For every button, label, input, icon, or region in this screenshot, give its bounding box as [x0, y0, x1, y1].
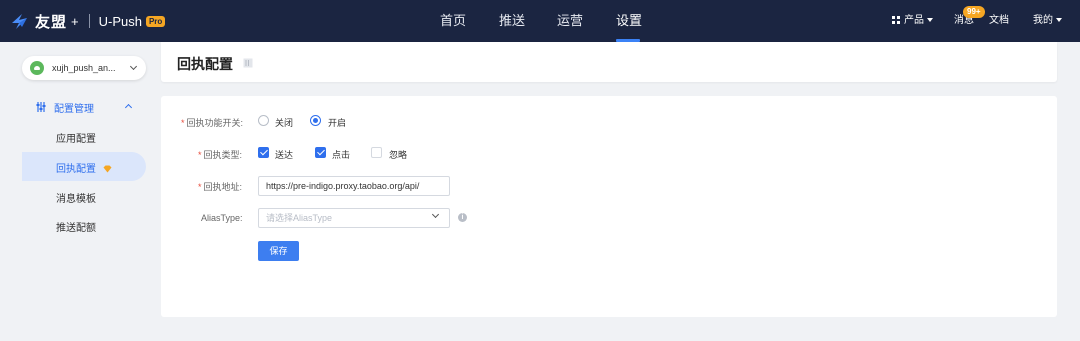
- receipt-url-label-text: 回执地址:: [203, 182, 243, 192]
- sliders-icon: [36, 102, 46, 112]
- checkbox-delivered-label[interactable]: 送达: [275, 148, 293, 161]
- sidebar-item-message-templates[interactable]: 消息模板: [56, 190, 96, 205]
- android-icon: [30, 61, 44, 75]
- brand-divider: [88, 14, 90, 28]
- brand-name: 友盟: [35, 13, 68, 31]
- messages-count-badge: 99+: [963, 6, 985, 18]
- sidebar-item-push-quota[interactable]: 推送配额: [56, 219, 96, 234]
- radio-on[interactable]: [310, 115, 321, 126]
- receipt-url-label: * 回执地址:: [198, 180, 242, 193]
- required-mark: *: [181, 118, 185, 128]
- top-navbar: 友盟 + U-Push Pro 首页 推送 运营 设置 产品 消息 99+ 文档…: [0, 0, 1080, 42]
- receipt-url-input[interactable]: https://pre-indigo.proxy.taobao.org/api/: [258, 176, 450, 196]
- sidebar-item-app-config[interactable]: 应用配置: [56, 130, 96, 145]
- user-menu[interactable]: 我的: [1033, 0, 1062, 42]
- umeng-logo-icon: [12, 14, 27, 29]
- receipt-type-label: * 回执类型:: [198, 148, 242, 161]
- nav-push[interactable]: 推送: [499, 0, 525, 42]
- radio-off-label[interactable]: 关闭: [275, 116, 293, 129]
- required-mark: *: [198, 150, 202, 160]
- alias-type-select[interactable]: 请选择AliasType: [258, 208, 450, 228]
- caret-down-icon: [1056, 18, 1062, 23]
- required-mark: *: [198, 182, 202, 192]
- grid-icon: [892, 16, 900, 25]
- alias-type-label: AliasType:: [201, 213, 243, 223]
- checkbox-clicked-label[interactable]: 点击: [332, 148, 350, 161]
- sidebar-group-label: 配置管理: [54, 103, 94, 115]
- docs-link[interactable]: 文档: [989, 0, 1009, 42]
- nav-settings[interactable]: 设置: [616, 0, 642, 42]
- page-title: 回执配置: [177, 56, 233, 72]
- caret-down-icon: [927, 18, 933, 23]
- save-button[interactable]: 保存: [258, 241, 299, 261]
- info-icon[interactable]: i: [458, 213, 467, 222]
- pro-badge: Pro: [145, 15, 166, 27]
- receipt-config-form: [161, 96, 1057, 317]
- radio-on-label[interactable]: 开启: [328, 116, 346, 129]
- page-header: 回执配置: [161, 42, 1057, 82]
- radio-off[interactable]: [258, 115, 269, 126]
- brand-logo[interactable]: 友盟 + U-Push Pro: [10, 10, 166, 32]
- checkbox-ignored-label[interactable]: 忽略: [389, 148, 407, 161]
- user-menu-label: 我的: [1033, 15, 1053, 26]
- product-name: U-Push: [98, 13, 142, 29]
- diamond-icon: [103, 165, 112, 173]
- products-menu[interactable]: 产品: [892, 0, 933, 42]
- chevron-up-icon: [124, 103, 133, 112]
- brand-plus: +: [71, 13, 79, 29]
- receipt-switch-label-text: 回执功能开关:: [186, 118, 244, 128]
- nav-home[interactable]: 首页: [440, 0, 466, 42]
- document-icon[interactable]: [243, 58, 253, 68]
- checkbox-delivered[interactable]: [258, 147, 269, 158]
- app-selector[interactable]: xujh_push_an...: [22, 56, 146, 80]
- receipt-switch-label: * 回执功能开关:: [181, 116, 243, 129]
- receipt-type-label-text: 回执类型:: [203, 150, 243, 160]
- sidebar-group-config[interactable]: 配置管理: [36, 100, 133, 115]
- checkbox-ignored[interactable]: [371, 147, 382, 158]
- checkbox-clicked[interactable]: [315, 147, 326, 158]
- chevron-down-icon: [129, 62, 138, 71]
- app-selector-label: xujh_push_an...: [52, 63, 116, 73]
- products-label: 产品: [904, 15, 924, 26]
- nav-operations[interactable]: 运营: [557, 0, 583, 42]
- sidebar-item-label: 回执配置: [56, 164, 96, 175]
- sidebar-item-receipt-config[interactable]: 回执配置: [56, 160, 112, 175]
